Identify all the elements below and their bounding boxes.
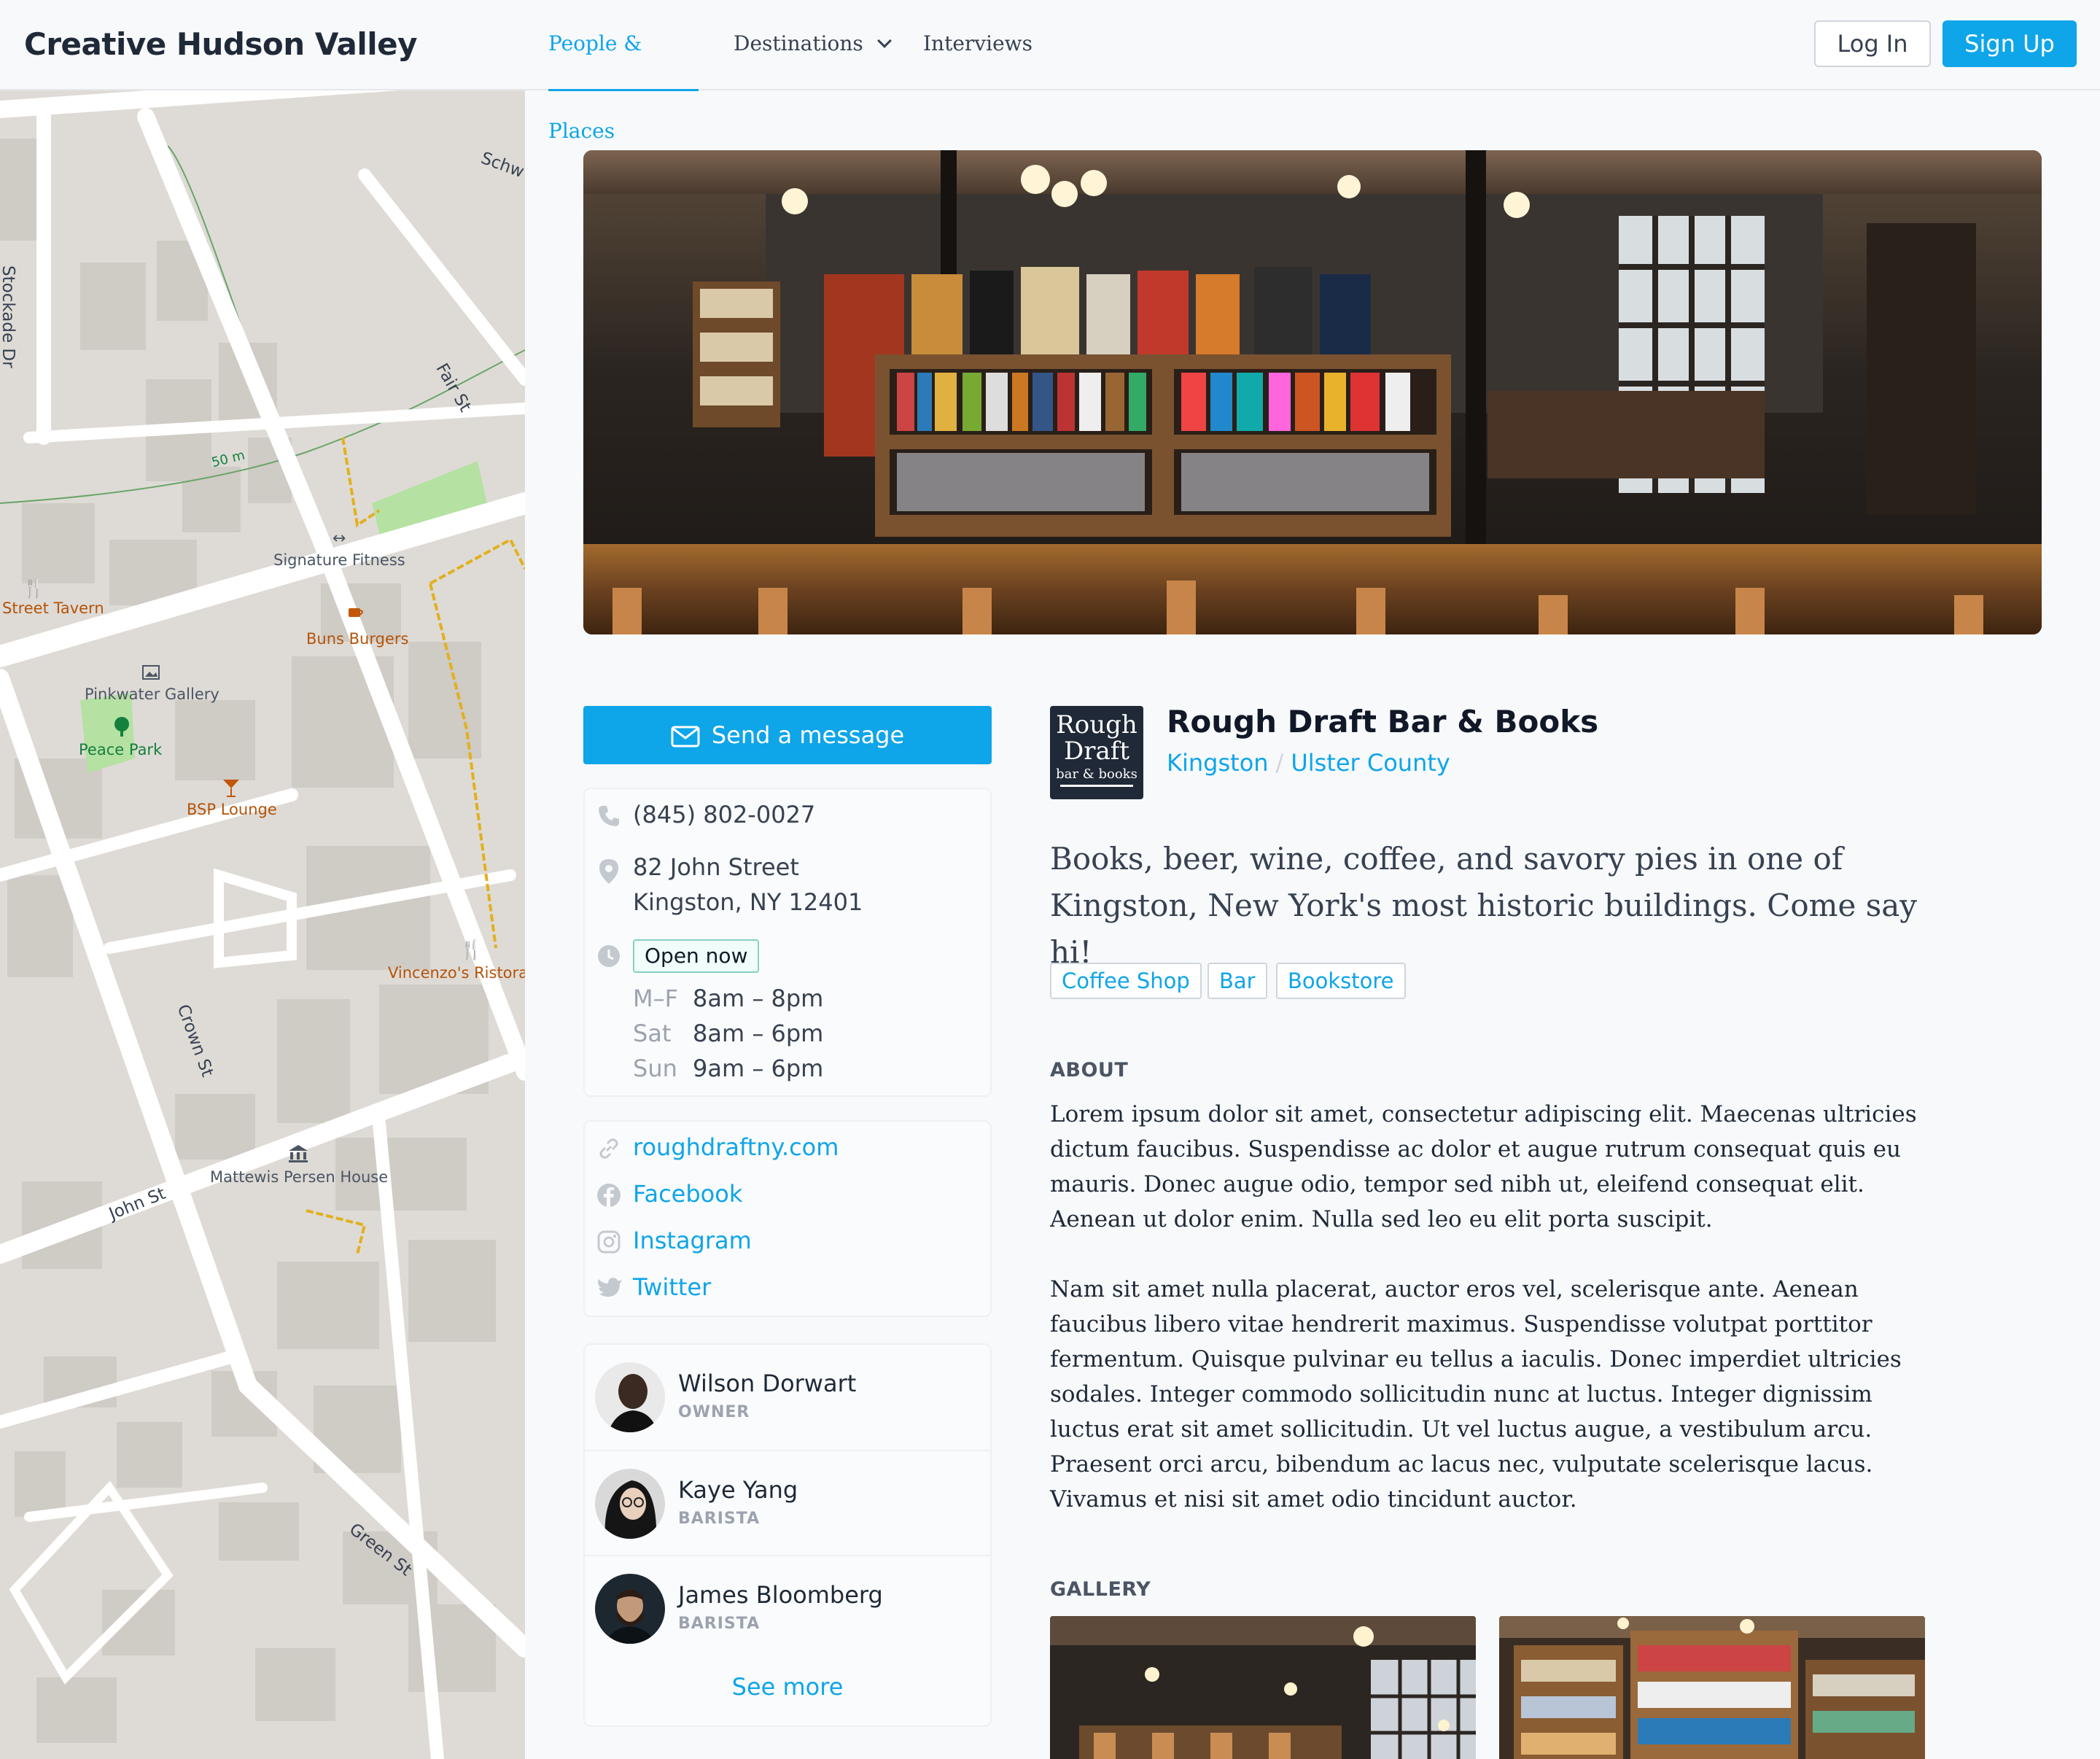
logo-text-line3: bar & books: [1056, 766, 1138, 782]
tab-interviews[interactable]: Interviews: [923, 0, 1032, 90]
avatar: [595, 1574, 665, 1644]
twitter-link[interactable]: Twitter: [633, 1273, 711, 1301]
person-role: BARISTA: [678, 1510, 761, 1528]
hours-day: M–F: [633, 985, 679, 1012]
dumbbell-icon: ↔: [332, 529, 346, 548]
person-role: BARISTA: [678, 1615, 761, 1633]
county-link[interactable]: Ulster County: [1291, 749, 1450, 777]
address-line1: 82 John Street: [633, 853, 799, 881]
about-paragraph: Lorem ipsum dolor sit amet, consectetur …: [1050, 1101, 1917, 1232]
person-row[interactable]: Kaye Yang BARISTA: [585, 1450, 990, 1555]
about-heading: ABOUT: [1050, 1059, 1129, 1082]
twitter-icon: [598, 1278, 622, 1297]
send-message-button[interactable]: Send a message: [583, 706, 992, 764]
logo-underline: [1060, 785, 1133, 787]
instagram-icon: [597, 1230, 621, 1254]
contact-info-card: (845) 802-0027 82 John Street Kingston, …: [583, 788, 992, 1097]
museum-icon: [289, 1145, 308, 1162]
avatar: [595, 1362, 665, 1432]
map-poi-label[interactable]: Street Tavern: [2, 599, 104, 617]
cocktail-icon: [223, 780, 239, 797]
gallery-image[interactable]: [1499, 1616, 1925, 1759]
gallery-image[interactable]: [1050, 1616, 1476, 1759]
avatar: [595, 1469, 665, 1539]
hours-day: Sun: [633, 1055, 677, 1082]
map-poi-label[interactable]: BSP Lounge: [187, 801, 277, 818]
tab-destinations[interactable]: Destinations: [734, 0, 892, 90]
map-canvas: [0, 90, 525, 1759]
tab-destinations-label: Destinations: [734, 31, 863, 55]
link-icon: [599, 1138, 618, 1159]
hours-time: 8am – 8pm: [693, 985, 824, 1012]
tag-bar[interactable]: Bar: [1208, 963, 1267, 999]
signup-button[interactable]: Sign Up: [1942, 20, 2077, 67]
map-poi-label[interactable]: Peace Park: [79, 741, 162, 758]
app-title[interactable]: Creative Hudson Valley: [24, 0, 418, 89]
business-logo: Rough Draft bar & books: [1050, 706, 1143, 799]
hero-image: [583, 150, 2042, 634]
send-message-label: Send a message: [711, 721, 905, 749]
address-line2: Kingston, NY 12401: [633, 888, 863, 916]
phone-icon: [599, 806, 619, 826]
map-street-label: Stockade Dr: [0, 265, 18, 368]
hours-day: Sat: [633, 1020, 672, 1047]
top-navbar: Creative Hudson Valley People & Places D…: [0, 0, 2100, 143]
person-name: James Bloomberg: [678, 1581, 883, 1609]
logo-text-line1: Rough: [1056, 710, 1138, 739]
business-name: Rough Draft Bar & Books: [1167, 704, 1599, 739]
people-card: Wilson Dorwart OWNER Kaye Yang BARISTA J…: [583, 1343, 992, 1727]
map-poi-label[interactable]: Mattewis Persen House: [210, 1168, 388, 1186]
person-role: OWNER: [678, 1403, 750, 1421]
business-tagline: Books, beer, wine, coffee, and savory pi…: [1050, 841, 1918, 970]
tab-interviews-label: Interviews: [923, 31, 1032, 55]
map-pin-icon: [599, 859, 618, 884]
hours-time: 9am – 6pm: [693, 1055, 824, 1082]
tag-bookstore[interactable]: Bookstore: [1276, 963, 1406, 999]
links-card: roughdraftny.com Facebook Instagram Twit…: [583, 1120, 992, 1317]
login-button[interactable]: Log In: [1814, 20, 1931, 67]
restaurant-icon: 🍴: [22, 578, 46, 599]
person-row[interactable]: James Bloomberg BARISTA: [585, 1555, 990, 1660]
logo-text-line2: Draft: [1063, 737, 1130, 766]
map-poi-label[interactable]: Vincenzo's Ristora: [388, 964, 525, 982]
map-poi-label[interactable]: Signature Fitness: [273, 551, 405, 569]
hours-time: 8am – 6pm: [693, 1020, 824, 1047]
facebook-link[interactable]: Facebook: [633, 1180, 742, 1208]
map-poi-label[interactable]: Buns Burgers: [306, 630, 408, 648]
person-name: Wilson Dorwart: [678, 1370, 857, 1397]
gallery-heading: GALLERY: [1050, 1578, 1151, 1601]
map-poi-label[interactable]: Pinkwater Gallery: [85, 686, 219, 703]
see-more-link[interactable]: See more: [585, 1673, 990, 1701]
restaurant-icon: 🍴: [459, 939, 483, 961]
tag-coffee-shop[interactable]: Coffee Shop: [1050, 963, 1202, 999]
facebook-icon: [597, 1184, 621, 1207]
envelope-icon: [671, 726, 700, 748]
city-link[interactable]: Kingston: [1167, 749, 1269, 777]
person-row[interactable]: Wilson Dorwart OWNER: [585, 1345, 990, 1450]
business-location: Kingston / Ulster County: [1167, 749, 1450, 777]
tab-people-places[interactable]: People & Places: [548, 0, 699, 143]
chevron-down-icon: [876, 34, 892, 48]
tab-people-places-label: People & Places: [548, 31, 642, 143]
about-paragraph: Nam sit amet nulla placerat, auctor eros…: [1050, 1276, 1902, 1513]
tree-icon: [114, 717, 129, 737]
open-now-badge: Open now: [633, 939, 760, 973]
coffee-cup-icon: [349, 608, 363, 617]
gallery-icon: [142, 665, 160, 680]
phone-number[interactable]: (845) 802-0027: [633, 801, 815, 828]
location-separator: /: [1275, 749, 1284, 777]
instagram-link[interactable]: Instagram: [633, 1227, 752, 1254]
person-name: Kaye Yang: [678, 1476, 798, 1504]
clock-icon: [598, 945, 620, 967]
website-link[interactable]: roughdraftny.com: [633, 1133, 839, 1161]
map-panel[interactable]: Stockade Dr Fair St Schw Crown St John S…: [0, 90, 525, 1759]
